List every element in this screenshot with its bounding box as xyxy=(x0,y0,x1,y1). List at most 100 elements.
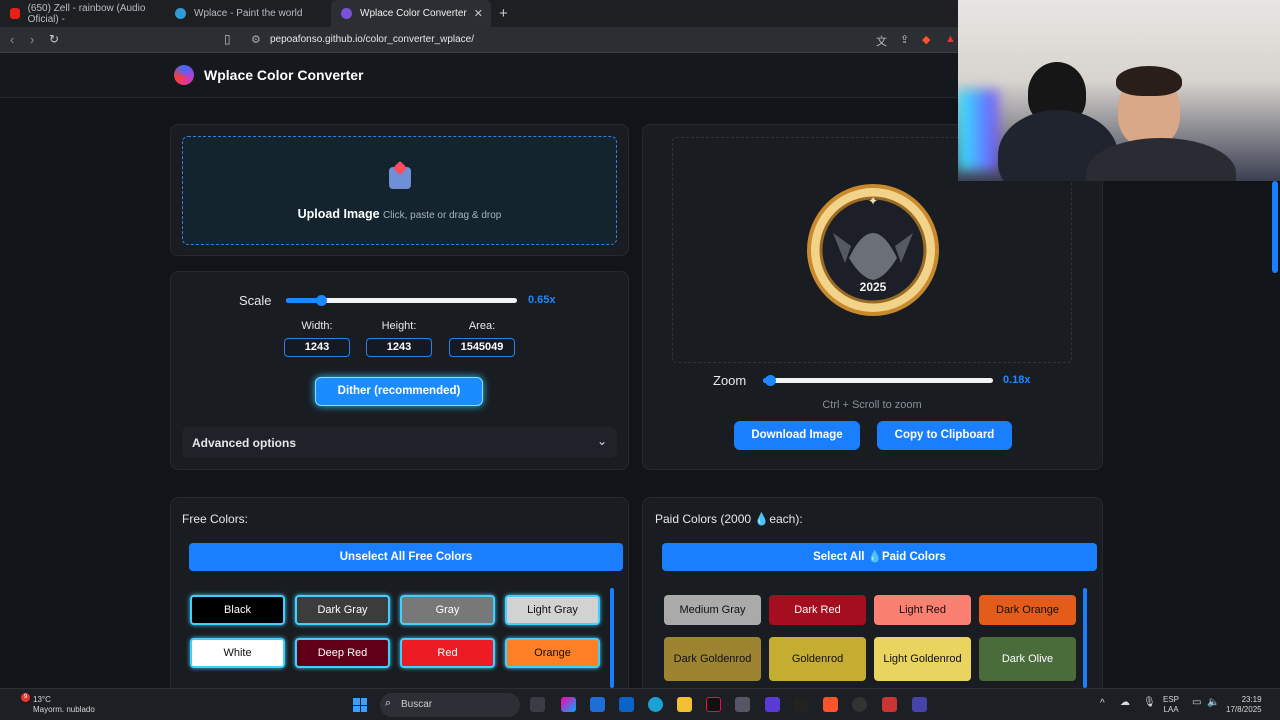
time: 23:19 xyxy=(1241,695,1262,704)
upload-icon xyxy=(389,167,411,189)
volume-icon[interactable]: 🔈 xyxy=(1207,698,1219,708)
tray-app-icon[interactable]: ☁ xyxy=(1120,698,1130,708)
app-mm-icon[interactable] xyxy=(794,697,809,712)
webcam-overlay xyxy=(958,0,1280,181)
app-red-icon[interactable] xyxy=(882,697,897,712)
color-chip-light-gray[interactable]: Light Gray xyxy=(505,595,600,625)
color-chip-deep-red[interactable]: Deep Red xyxy=(295,638,390,668)
language-code: ESP xyxy=(1163,695,1180,704)
free-colors-title: Free Colors: xyxy=(182,512,249,526)
copy-to-clipboard-button[interactable]: Copy to Clipboard xyxy=(877,421,1012,450)
zoom-hint: Ctrl + Scroll to zoom xyxy=(822,399,922,411)
color-chip-white[interactable]: White xyxy=(190,638,285,668)
unselect-all-free-button[interactable]: Unselect All Free Colors xyxy=(189,543,623,571)
tab-color-converter[interactable]: Wplace Color Converter ✕ xyxy=(331,0,491,27)
site-favicon-icon xyxy=(341,8,352,19)
page-scrollbar[interactable] xyxy=(1272,181,1278,273)
forward-icon[interactable]: › xyxy=(30,32,34,47)
tab-wplace[interactable]: Wplace - Paint the world xyxy=(165,0,330,27)
tiktok-icon[interactable] xyxy=(706,697,721,712)
color-chip-medium-gray[interactable]: Medium Gray xyxy=(664,595,761,625)
select-all-paid-button[interactable]: Select All 💧Paid Colors xyxy=(662,543,1097,571)
weather-widget[interactable]: 13°C Mayorm. nublado xyxy=(33,695,95,715)
advanced-options-toggle[interactable]: Advanced options ⌄ xyxy=(182,427,617,458)
paid-colors-scrollbar[interactable] xyxy=(1083,588,1087,688)
zoom-value: 0.18x xyxy=(1003,374,1031,386)
share-icon[interactable]: ⇪ xyxy=(900,33,909,46)
windows-start-icon[interactable] xyxy=(353,698,367,712)
color-chip-dark-olive[interactable]: Dark Olive xyxy=(979,637,1076,681)
reload-icon[interactable]: ↻ xyxy=(49,32,59,46)
color-chip-goldenrod[interactable]: Goldenrod xyxy=(769,637,866,681)
color-chip-black[interactable]: Black xyxy=(190,595,285,625)
upload-hint: Click, paste or drag & drop xyxy=(382,210,502,221)
language-indicator[interactable]: ESP LAA xyxy=(1163,695,1179,715)
translate-icon[interactable]: 文 xyxy=(876,33,887,49)
tray-chevron-icon[interactable]: ^ xyxy=(1100,699,1105,709)
outlook-icon[interactable] xyxy=(619,697,634,712)
app-blue-icon[interactable] xyxy=(912,697,927,712)
scale-value: 0.65x xyxy=(528,294,556,306)
keyboard-layout: LAA xyxy=(1163,705,1179,714)
color-chip-dark-gray[interactable]: Dark Gray xyxy=(295,595,390,625)
edge-icon[interactable] xyxy=(648,697,663,712)
store-icon[interactable] xyxy=(590,697,605,712)
color-chip-light-red[interactable]: Light Red xyxy=(874,595,971,625)
height-input[interactable]: 1243 xyxy=(366,338,432,357)
color-chip-orange[interactable]: Orange xyxy=(505,638,600,668)
obs-icon[interactable] xyxy=(852,697,867,712)
tab-title: Wplace Color Converter xyxy=(360,8,467,19)
back-icon[interactable]: ‹ xyxy=(10,32,14,47)
task-view-icon[interactable] xyxy=(530,697,545,712)
file-explorer-icon[interactable] xyxy=(677,697,692,712)
width-input[interactable]: 1243 xyxy=(284,338,350,357)
zoom-slider-handle[interactable] xyxy=(764,375,776,386)
brave-rewards-icon[interactable]: ▲ xyxy=(945,33,956,45)
area-input[interactable]: 1545049 xyxy=(449,338,515,357)
youtube-icon xyxy=(10,8,20,19)
new-tab-icon[interactable]: + xyxy=(499,5,508,22)
close-tab-icon[interactable]: ✕ xyxy=(474,7,483,20)
globe-icon xyxy=(175,8,186,19)
scale-slider[interactable] xyxy=(286,295,517,306)
color-chip-dark-goldenrod[interactable]: Dark Goldenrod xyxy=(664,637,761,681)
width-label: Width: xyxy=(301,320,333,332)
clock[interactable]: 23:19 17/8/2025 xyxy=(1226,695,1262,715)
scale-slider-handle[interactable] xyxy=(315,295,327,306)
area-label: Area: xyxy=(468,320,496,332)
free-colors-scrollbar[interactable] xyxy=(610,588,614,688)
dither-button[interactable]: Dither (recommended) xyxy=(315,377,483,406)
brave-icon[interactable] xyxy=(823,697,838,712)
badge-year: 2025 xyxy=(860,280,887,294)
chevron-down-icon: ⌄ xyxy=(596,434,607,448)
date: 17/8/2025 xyxy=(1226,705,1262,714)
obsidian-icon[interactable] xyxy=(765,697,780,712)
brave-shield-icon[interactable]: ◆ xyxy=(922,33,930,46)
taskbar-search[interactable]: ⌕ Buscar xyxy=(380,693,520,717)
zoom-slider[interactable] xyxy=(763,375,993,386)
copilot-icon[interactable] xyxy=(561,697,576,712)
microphone-icon[interactable]: 🎙 xyxy=(1143,698,1156,708)
url-field[interactable]: pepoafonso.github.io/color_converter_wpl… xyxy=(270,34,474,45)
bookmark-icon[interactable]: ▯ xyxy=(224,32,231,46)
advanced-options-label: Advanced options xyxy=(192,436,297,450)
upload-dropzone[interactable]: Upload Image Click, paste or drag & drop xyxy=(182,136,617,245)
color-chip-dark-orange[interactable]: Dark Orange xyxy=(979,595,1076,625)
tab-youtube[interactable]: (650) Zell - rainbow (Audio Oficial) - xyxy=(0,0,165,27)
weather-badge: 9 xyxy=(21,693,30,702)
color-chip-red[interactable]: Red xyxy=(400,638,495,668)
color-chip-dark-red[interactable]: Dark Red xyxy=(769,595,866,625)
led-light xyxy=(958,90,998,170)
app-icon[interactable] xyxy=(735,697,750,712)
search-placeholder: Buscar xyxy=(401,699,433,710)
download-image-button[interactable]: Download Image xyxy=(734,421,860,450)
color-chip-gray[interactable]: Gray xyxy=(400,595,495,625)
paid-colors-title: Paid Colors (2000 💧each): xyxy=(655,512,803,526)
search-icon: ⌕ xyxy=(385,697,392,709)
site-info-icon[interactable]: ⚙ xyxy=(251,33,261,46)
page-title: Wplace Color Converter xyxy=(204,67,364,83)
color-chip-light-goldenrod[interactable]: Light Goldenrod xyxy=(874,637,971,681)
network-icon[interactable]: ▭ xyxy=(1192,698,1201,708)
tab-title: (650) Zell - rainbow (Audio Oficial) - xyxy=(27,2,146,25)
temperature: 13°C xyxy=(33,695,51,704)
